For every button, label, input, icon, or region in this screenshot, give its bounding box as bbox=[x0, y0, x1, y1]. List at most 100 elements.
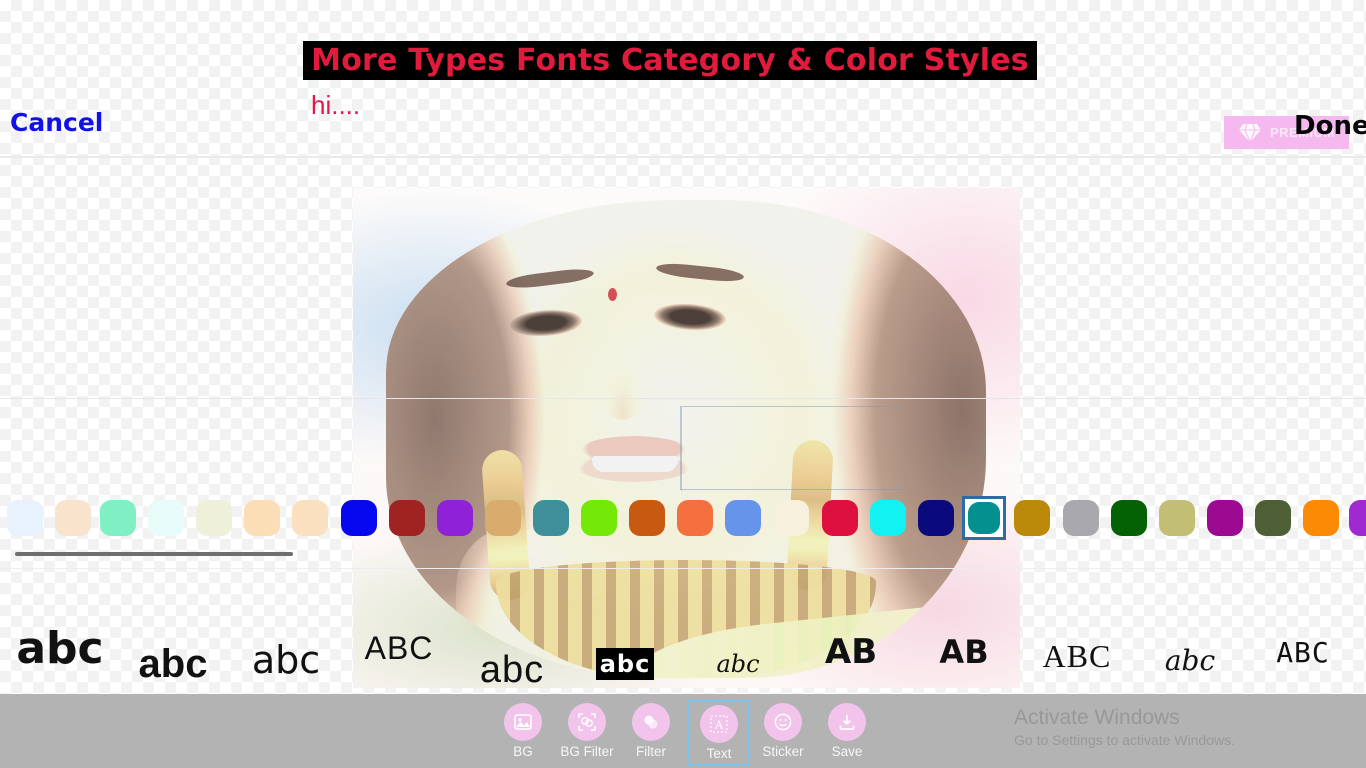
color-swatch[interactable] bbox=[192, 496, 236, 540]
color-swatch[interactable] bbox=[866, 496, 910, 540]
color-swatch[interactable] bbox=[1155, 496, 1199, 540]
font-sample[interactable]: AB bbox=[799, 622, 903, 682]
color-swatch-fill bbox=[1207, 500, 1243, 536]
color-swatch-fill bbox=[581, 500, 617, 536]
color-swatch[interactable] bbox=[529, 496, 573, 540]
tool-label: Text bbox=[706, 746, 732, 761]
photo-detail bbox=[608, 288, 617, 301]
font-sample-label: ABC bbox=[364, 629, 434, 666]
color-swatch-fill bbox=[822, 500, 858, 536]
svg-text:A: A bbox=[714, 719, 724, 732]
color-swatch[interactable] bbox=[1107, 496, 1151, 540]
tool-filter[interactable]: Filter bbox=[620, 700, 682, 766]
color-swatch-fill bbox=[677, 500, 713, 536]
font-sample-label: abc bbox=[479, 648, 545, 691]
color-swatch[interactable] bbox=[1059, 496, 1103, 540]
font-sample-label: abc bbox=[716, 650, 760, 678]
font-sample[interactable]: ABC bbox=[347, 618, 451, 678]
color-swatch[interactable] bbox=[240, 496, 284, 540]
color-swatch[interactable] bbox=[1010, 496, 1054, 540]
color-swatch-fill bbox=[1014, 500, 1050, 536]
text-size-slider[interactable] bbox=[15, 552, 293, 556]
color-swatch[interactable] bbox=[1203, 496, 1247, 540]
color-swatch[interactable] bbox=[96, 496, 140, 540]
color-swatch-fill bbox=[292, 500, 328, 536]
save-icon bbox=[828, 703, 866, 741]
font-sample[interactable]: abc bbox=[460, 640, 564, 700]
color-swatch[interactable] bbox=[1345, 496, 1366, 540]
toolbar-divider bbox=[0, 398, 1366, 399]
font-sample[interactable]: abc bbox=[686, 634, 790, 694]
color-swatch-fill bbox=[1111, 500, 1147, 536]
font-sample[interactable]: abc bbox=[121, 634, 225, 694]
editor-topbar: Cancel bbox=[0, 96, 1366, 158]
tool-label: BG Filter bbox=[560, 744, 614, 759]
color-swatch-fill bbox=[244, 500, 280, 536]
font-sample[interactable]: ABC bbox=[1025, 626, 1129, 686]
diamond-icon bbox=[1239, 123, 1261, 142]
font-sample[interactable]: AB bbox=[912, 622, 1016, 682]
bottom-toolbar: BG BG Filter Filter A Text Sticker Save bbox=[0, 694, 1366, 768]
font-sample[interactable]: abc bbox=[1138, 630, 1242, 690]
color-swatch[interactable] bbox=[625, 496, 669, 540]
image-icon bbox=[504, 703, 542, 741]
font-sample-label: ABC bbox=[1276, 635, 1330, 669]
tool-save[interactable]: Save bbox=[816, 700, 878, 766]
font-sample-label: AB bbox=[824, 632, 878, 672]
color-swatch[interactable] bbox=[144, 496, 188, 540]
color-swatch-fill bbox=[437, 500, 473, 536]
tool-text[interactable]: A Text bbox=[688, 700, 750, 766]
tool-sticker[interactable]: Sticker bbox=[752, 700, 814, 766]
font-sample-label: abc bbox=[138, 641, 208, 686]
palette-divider bbox=[0, 568, 1366, 569]
font-sample-label: abc bbox=[251, 638, 321, 682]
font-sample[interactable]: abc bbox=[234, 630, 338, 690]
tool-label: Filter bbox=[636, 744, 666, 759]
color-swatch[interactable] bbox=[337, 496, 381, 540]
color-swatch[interactable] bbox=[577, 496, 621, 540]
done-button[interactable]: Done bbox=[1294, 111, 1366, 141]
color-swatch-fill bbox=[773, 500, 809, 536]
color-swatch[interactable] bbox=[769, 496, 813, 540]
color-swatch-fill bbox=[485, 500, 521, 536]
color-swatch[interactable] bbox=[288, 496, 332, 540]
color-swatch[interactable] bbox=[51, 496, 95, 540]
font-sample[interactable]: abc bbox=[573, 634, 677, 694]
font-sample-label: ABC bbox=[1042, 637, 1112, 674]
tool-bg-filter[interactable]: BG Filter bbox=[556, 700, 618, 766]
page-title: More Types Fonts Category & Color Styles bbox=[311, 43, 1029, 78]
text-style-toolbar: A B I bbox=[0, 398, 1366, 494]
color-swatch[interactable] bbox=[721, 496, 765, 540]
font-sample-label: AB bbox=[939, 633, 989, 671]
color-swatch-fill bbox=[55, 500, 91, 536]
color-swatch-fill bbox=[1159, 500, 1195, 536]
color-swatch-fill bbox=[968, 502, 1000, 534]
color-swatch[interactable] bbox=[385, 496, 429, 540]
color-swatch-fill bbox=[100, 500, 136, 536]
color-swatch-fill bbox=[533, 500, 569, 536]
tool-bg[interactable]: BG bbox=[492, 700, 554, 766]
color-swatch-fill bbox=[341, 500, 377, 536]
color-swatch-fill bbox=[1303, 500, 1339, 536]
color-swatch[interactable] bbox=[962, 496, 1006, 540]
color-swatch-fill bbox=[870, 500, 906, 536]
color-swatch[interactable] bbox=[914, 496, 958, 540]
color-swatch[interactable] bbox=[673, 496, 717, 540]
color-swatch[interactable] bbox=[3, 496, 47, 540]
color-palette[interactable] bbox=[0, 496, 1366, 569]
color-swatch[interactable] bbox=[818, 496, 862, 540]
font-sample[interactable]: abc bbox=[8, 618, 112, 678]
color-swatch-fill bbox=[725, 500, 761, 536]
color-swatch-fill bbox=[1349, 500, 1366, 536]
sticker-icon bbox=[764, 703, 802, 741]
color-swatch-fill bbox=[1255, 500, 1291, 536]
color-swatch[interactable] bbox=[481, 496, 525, 540]
color-swatch[interactable] bbox=[1299, 496, 1343, 540]
color-swatch[interactable] bbox=[1251, 496, 1295, 540]
cancel-button[interactable]: Cancel bbox=[10, 108, 103, 137]
color-swatch-fill bbox=[196, 500, 232, 536]
font-sample[interactable]: ABC bbox=[1251, 622, 1355, 682]
color-swatch[interactable] bbox=[433, 496, 477, 540]
color-swatch-fill bbox=[918, 500, 954, 536]
color-swatch-fill bbox=[1063, 500, 1099, 536]
